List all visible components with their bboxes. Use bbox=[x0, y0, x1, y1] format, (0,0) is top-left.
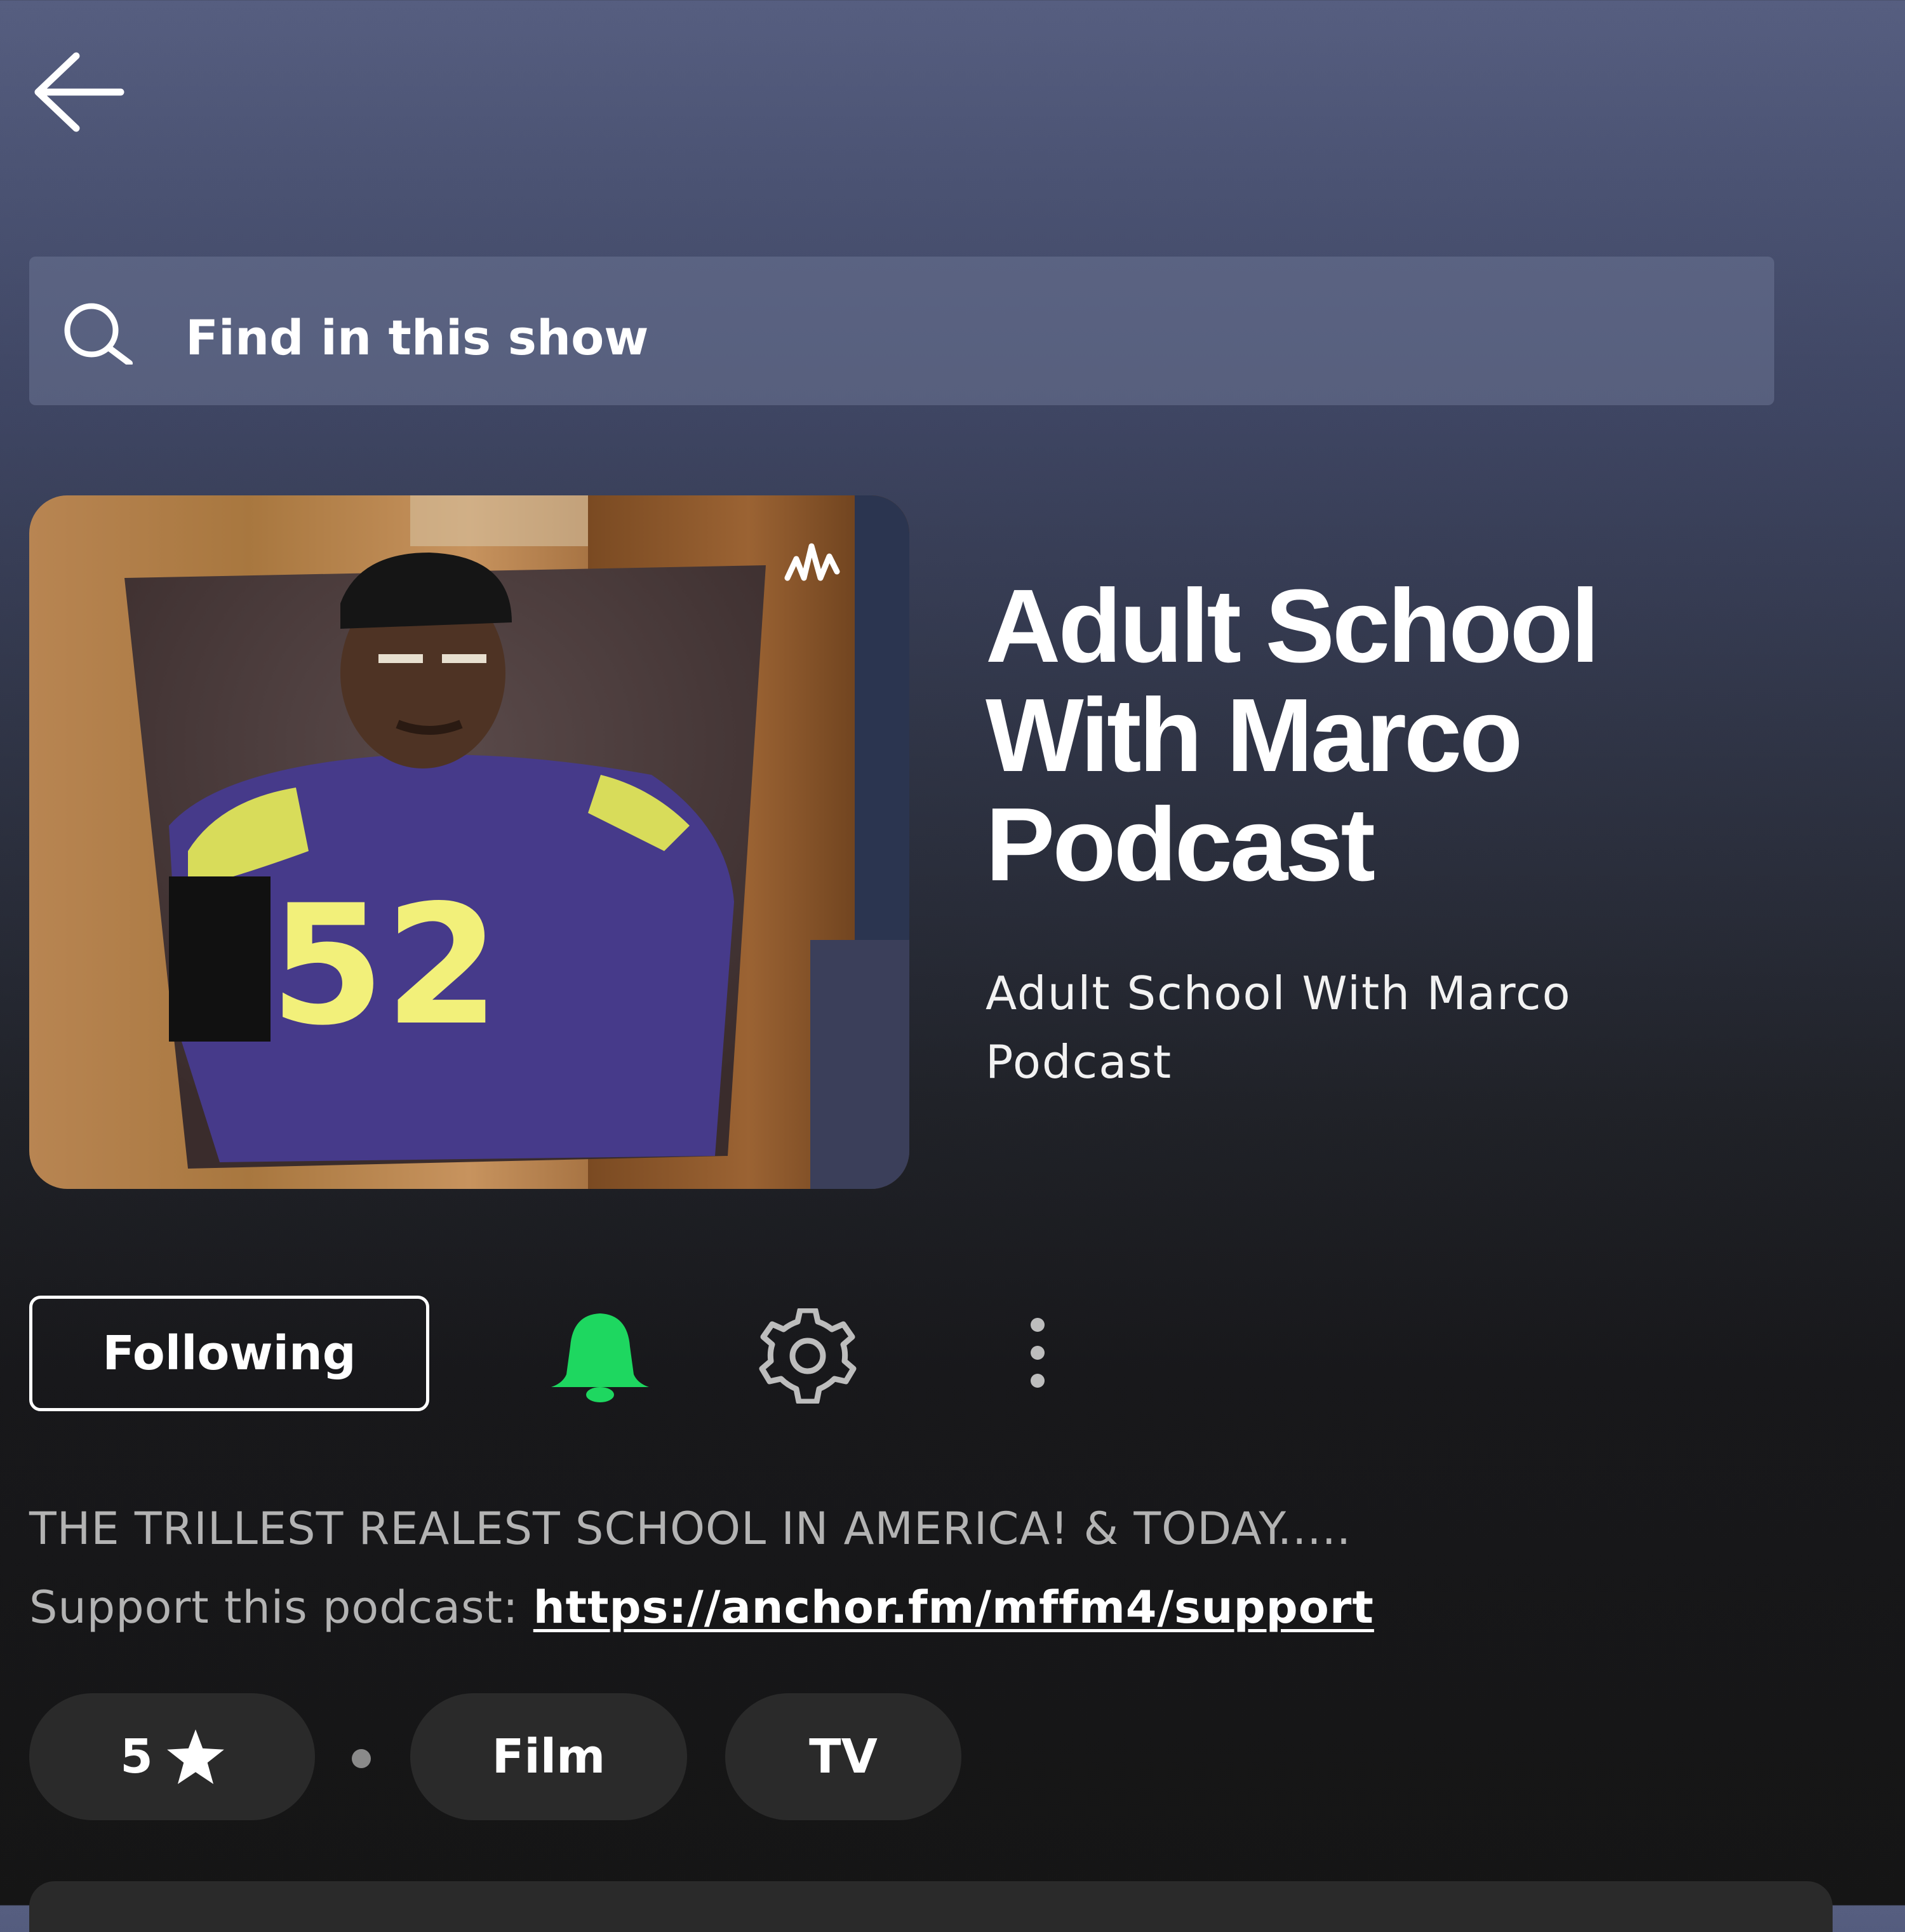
arrow-left-icon bbox=[34, 52, 124, 132]
support-prefix: Support this podcast: bbox=[29, 1581, 533, 1633]
show-description: THE TRILLEST REALEST SCHOOL IN AMERICA! … bbox=[29, 1489, 1871, 1647]
svg-text:52: 52 bbox=[270, 870, 500, 1062]
chip-separator bbox=[352, 1749, 371, 1768]
rating-chip[interactable]: 5 bbox=[29, 1693, 315, 1820]
support-line: Support this podcast: https://anchor.fm/… bbox=[29, 1568, 1871, 1647]
description-text: THE TRILLEST REALEST SCHOOL IN AMERICA! … bbox=[29, 1503, 1352, 1555]
more-vertical-icon[interactable] bbox=[1012, 1311, 1063, 1406]
show-title: Adult School With Marco Podcast bbox=[986, 568, 1600, 902]
bell-icon[interactable] bbox=[547, 1308, 653, 1404]
category-chip-film[interactable]: Film bbox=[410, 1693, 687, 1820]
gear-icon[interactable] bbox=[749, 1307, 866, 1405]
search-icon bbox=[58, 301, 135, 366]
star-icon bbox=[166, 1729, 224, 1784]
publisher-name[interactable]: Adult School With Marco Podcast bbox=[986, 959, 1748, 1096]
following-button[interactable]: Following bbox=[29, 1296, 429, 1411]
category-chip-tv[interactable]: TV bbox=[725, 1693, 961, 1820]
podcast-cover-art: 52 bbox=[29, 495, 909, 1189]
search-input[interactable] bbox=[185, 302, 1735, 372]
rating-value: 5 bbox=[120, 1729, 153, 1784]
next-section-card bbox=[29, 1881, 1833, 1932]
back-button[interactable] bbox=[25, 51, 133, 133]
support-link[interactable]: https://anchor.fm/mffm4/support bbox=[533, 1581, 1374, 1633]
